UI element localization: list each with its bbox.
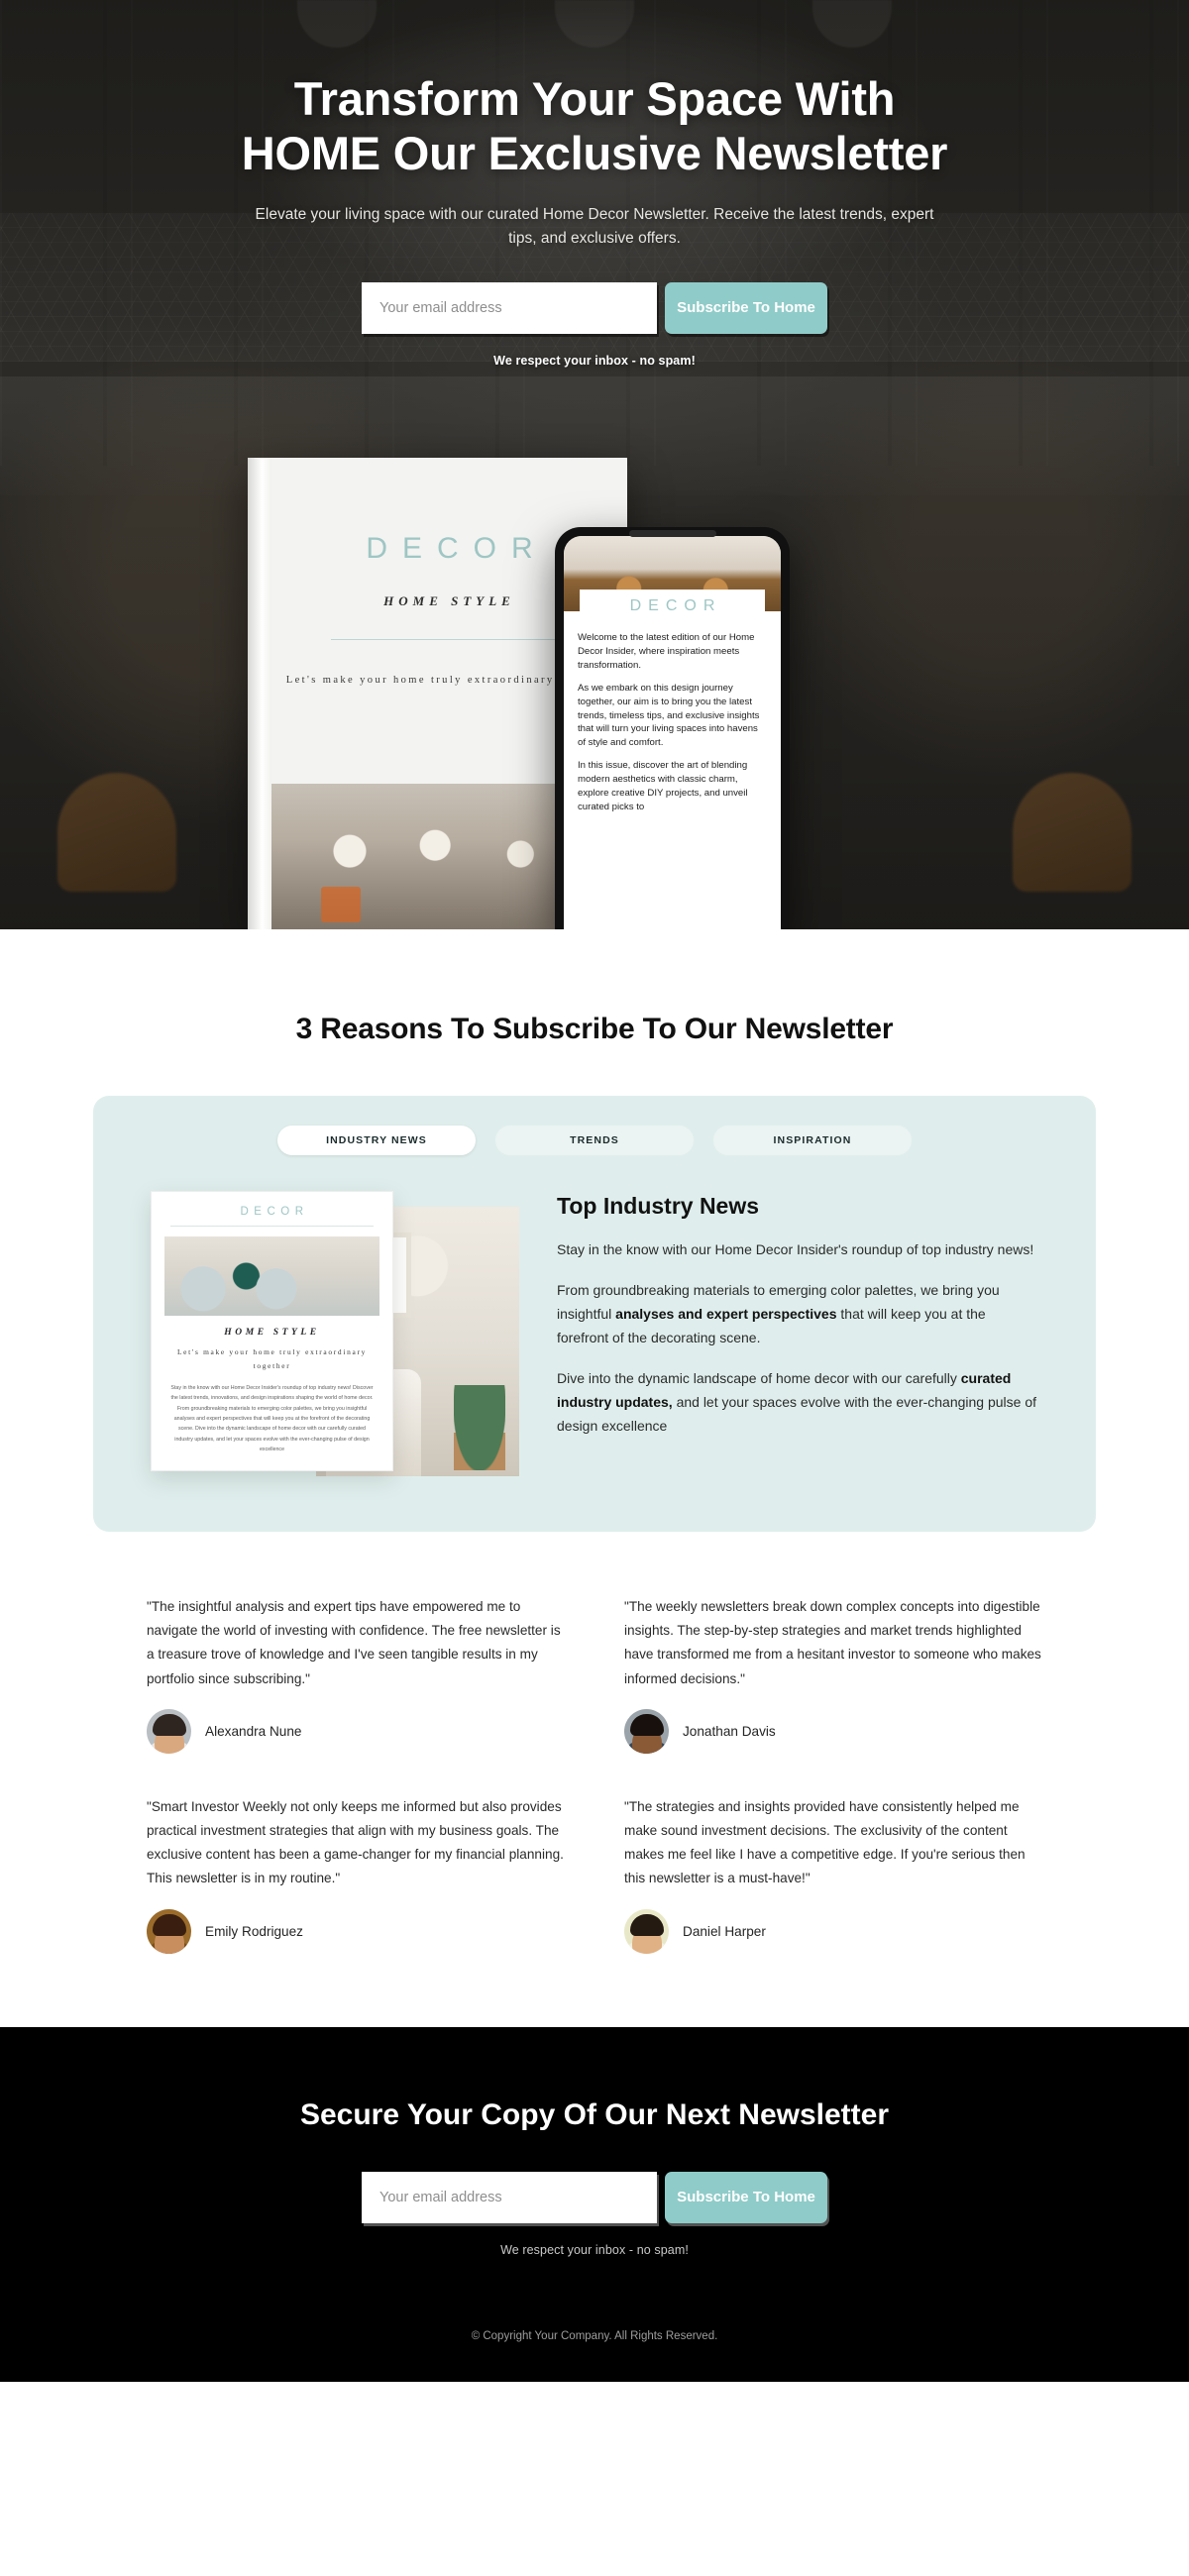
plant-decor-icon bbox=[454, 1385, 505, 1470]
tab-panel-text: Top Industry News Stay in the know with … bbox=[557, 1191, 1038, 1439]
phone-brand-text: DECOR bbox=[629, 597, 722, 614]
phone-screen: DECOR Welcome to the latest edition of o… bbox=[564, 536, 781, 929]
hero-title-line-1: Transform Your Space With bbox=[293, 72, 896, 125]
preview-body-text: Stay in the know with our Home Decor Ins… bbox=[170, 1385, 374, 1453]
hero-signup-form: Subscribe To Home bbox=[362, 281, 827, 334]
avatar-hair bbox=[629, 1713, 664, 1736]
phone-paragraph-3: In this issue, discover the art of blend… bbox=[578, 760, 748, 812]
testimonial-author-name: Daniel Harper bbox=[683, 1923, 766, 1939]
hero-email-input[interactable] bbox=[362, 281, 657, 334]
avatar-hair bbox=[152, 1913, 186, 1936]
testimonial-author: Emily Rodriguez bbox=[147, 1908, 565, 1954]
phone-mockup: DECOR Welcome to the latest edition of o… bbox=[555, 527, 790, 929]
footer-title: Secure Your Copy Of Our Next Newsletter bbox=[299, 2097, 890, 2131]
preview-tagline-text: Let's make your home truly extraordinary… bbox=[176, 1347, 368, 1371]
footer-section: Secure Your Copy Of Our Next Newsletter … bbox=[0, 2026, 1189, 2382]
preview-divider bbox=[170, 1226, 374, 1227]
avatar bbox=[147, 1908, 191, 1954]
hero-title-line-2: HOME Our Exclusive Newsletter bbox=[241, 127, 948, 180]
hero-product-mockups: DECOR HOME STYLE Let's make your home tr… bbox=[248, 458, 941, 929]
hero-section: Transform Your Space With HOME Our Exclu… bbox=[0, 0, 1189, 929]
testimonial-card: "The insightful analysis and expert tips… bbox=[147, 1587, 565, 1754]
tab-panel-paragraph-1: Stay in the know with our Home Decor Ins… bbox=[557, 1241, 1034, 1257]
tab-inspiration[interactable]: INSPIRATION bbox=[713, 1126, 912, 1155]
testimonial-author: Daniel Harper bbox=[624, 1908, 1042, 1954]
reasons-tabs-panel: INDUSTRY NEWS TRENDS INSPIRATION DECOR H… bbox=[93, 1096, 1096, 1532]
newsletter-preview: DECOR HOME STYLE Let's make your home tr… bbox=[151, 1191, 519, 1488]
preview-living-room-image bbox=[164, 1236, 379, 1316]
tab-panel-heading: Top Industry News bbox=[557, 1193, 760, 1219]
hero-content: Transform Your Space With HOME Our Exclu… bbox=[0, 0, 1189, 368]
hero-subscribe-button[interactable]: Subscribe To Home bbox=[665, 281, 827, 334]
phone-paragraph-2: As we embark on this design journey toge… bbox=[578, 682, 760, 749]
testimonial-card: "The strategies and insights provided ha… bbox=[624, 1787, 1042, 1954]
avatar bbox=[624, 1908, 669, 1954]
testimonial-author-name: Jonathan Davis bbox=[683, 1723, 776, 1739]
avatar-hair bbox=[152, 1713, 186, 1736]
footer-email-input[interactable] bbox=[362, 2171, 657, 2223]
testimonial-author-name: Emily Rodriguez bbox=[205, 1923, 303, 1939]
testimonial-author: Jonathan Davis bbox=[624, 1708, 1042, 1754]
testimonial-quote: "The weekly newsletters break down compl… bbox=[624, 1599, 1041, 1686]
copyright-text: © Copyright Your Company. All Rights Res… bbox=[471, 2329, 718, 2342]
page-title: Transform Your Space With HOME Our Exclu… bbox=[228, 71, 961, 181]
hero-subtitle: Elevate your living space with our curat… bbox=[255, 205, 934, 247]
phone-notch bbox=[628, 530, 716, 537]
testimonial-quote: "The strategies and insights provided ha… bbox=[624, 1798, 1026, 1886]
newsletter-preview-card: DECOR HOME STYLE Let's make your home tr… bbox=[151, 1191, 393, 1472]
testimonial-card: "The weekly newsletters break down compl… bbox=[624, 1587, 1042, 1754]
testimonial-quote: "Smart Investor Weekly not only keeps me… bbox=[147, 1798, 564, 1886]
tabs-row: INDUSTRY NEWS TRENDS INSPIRATION bbox=[93, 1126, 1096, 1155]
preview-brand-text: DECOR bbox=[240, 1206, 309, 1218]
phone-newsletter-body: Welcome to the latest edition of our Hom… bbox=[564, 621, 781, 814]
footer-signup-form: Subscribe To Home bbox=[362, 2171, 827, 2223]
testimonial-author: Alexandra Nune bbox=[147, 1708, 565, 1754]
tab-panel-paragraph-3: Dive into the dynamic landscape of home … bbox=[557, 1366, 1038, 1438]
testimonial-card: "Smart Investor Weekly not only keeps me… bbox=[147, 1787, 565, 1954]
tab-trends[interactable]: TRENDS bbox=[495, 1126, 694, 1155]
tab-panel-paragraph-2: From groundbreaking materials to emergin… bbox=[557, 1278, 1038, 1349]
preview-subtitle-text: HOME STYLE bbox=[224, 1328, 320, 1338]
testimonial-author-name: Alexandra Nune bbox=[205, 1723, 302, 1739]
tab-industry-news[interactable]: INDUSTRY NEWS bbox=[277, 1126, 476, 1155]
paragraph-2-bold: analyses and expert perspectives bbox=[615, 1306, 837, 1323]
tab-panel-content: DECOR HOME STYLE Let's make your home tr… bbox=[93, 1191, 1096, 1488]
paragraph-3-pre: Dive into the dynamic landscape of home … bbox=[557, 1370, 961, 1387]
footer-subscribe-button[interactable]: Subscribe To Home bbox=[665, 2171, 827, 2223]
avatar-hair bbox=[629, 1913, 664, 1936]
book-spine bbox=[248, 458, 271, 929]
book-divider bbox=[330, 639, 569, 640]
reasons-section: 3 Reasons To Subscribe To Our Newsletter… bbox=[0, 929, 1189, 1532]
testimonials-section: "The insightful analysis and expert tips… bbox=[0, 1532, 1189, 2027]
reasons-section-title: 3 Reasons To Subscribe To Our Newsletter bbox=[295, 1013, 894, 1045]
testimonial-quote: "The insightful analysis and expert tips… bbox=[147, 1599, 561, 1686]
hero-nospam-note: We respect your inbox - no spam! bbox=[493, 353, 696, 368]
avatar bbox=[624, 1708, 669, 1754]
avatar bbox=[147, 1708, 191, 1754]
footer-nospam-note: We respect your inbox - no spam! bbox=[500, 2242, 689, 2257]
phone-paragraph-1: Welcome to the latest edition of our Hom… bbox=[578, 632, 755, 671]
phone-brand-banner: DECOR bbox=[580, 590, 765, 621]
